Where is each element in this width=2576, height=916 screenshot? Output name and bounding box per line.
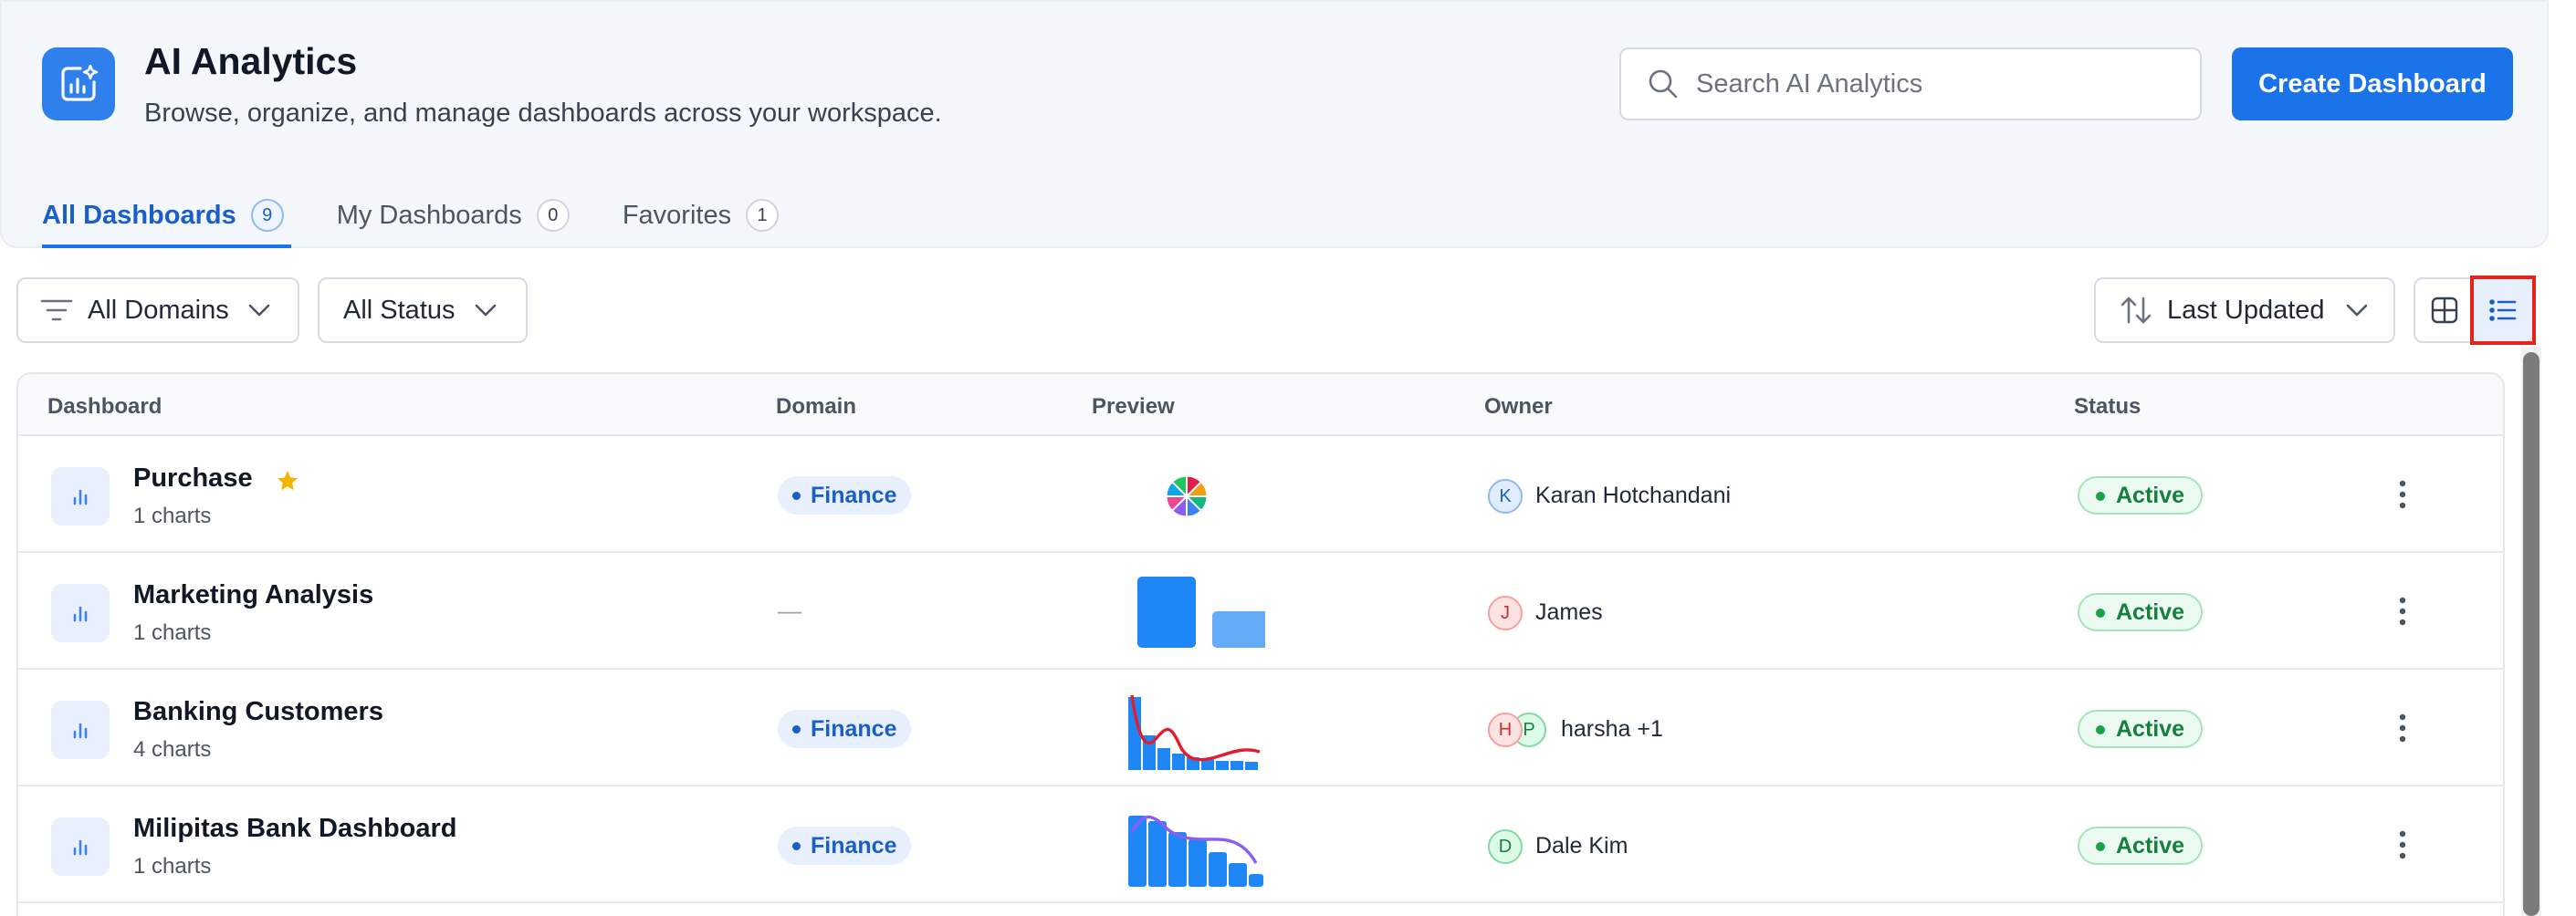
domain-badge: Finance <box>778 476 912 515</box>
column-header-owner[interactable]: Owner <box>1484 394 1553 420</box>
tab-label: Favorites <box>622 200 732 230</box>
status-badge: Active <box>2078 827 2204 865</box>
column-header-dashboard[interactable]: Dashboard <box>47 394 162 420</box>
chart-count: 4 charts <box>133 737 212 762</box>
more-vertical-icon <box>2399 597 2406 626</box>
column-header-status[interactable]: Status <box>2074 394 2141 420</box>
scrollbar-thumb[interactable] <box>2523 352 2539 916</box>
row-menu-button[interactable] <box>2384 591 2421 631</box>
tab-my-dashboards[interactable]: My Dashboards 0 <box>337 184 570 246</box>
chevron-down-icon <box>248 304 270 317</box>
more-vertical-icon <box>2399 480 2406 509</box>
dashboard-chart-icon <box>51 584 110 642</box>
dashboard-chart-icon <box>51 467 110 526</box>
favorite-star-icon[interactable] <box>276 469 299 493</box>
create-dashboard-button[interactable]: Create Dashboard <box>2232 47 2513 120</box>
tab-all-dashboards[interactable]: All Dashboards 9 <box>42 184 291 248</box>
avatar: J <box>1488 596 1523 630</box>
page-title: AI Analytics <box>144 40 358 82</box>
status-filter-label: All Status <box>343 295 456 325</box>
tab-count-badge: 1 <box>746 199 780 232</box>
column-header-domain[interactable]: Domain <box>776 394 856 420</box>
table-row[interactable]: Marketing Analysis 1 charts — J James Ac… <box>18 553 2503 670</box>
chevron-down-icon <box>475 304 496 317</box>
more-vertical-icon <box>2399 830 2406 859</box>
avatar: K <box>1488 479 1523 514</box>
view-mode-toggle <box>2414 277 2534 343</box>
dashboard-name[interactable]: Marketing Analysis <box>133 580 373 610</box>
dashboard-name[interactable]: Milipitas Bank Dashboard <box>133 814 457 844</box>
owner-name: James <box>1535 599 1603 625</box>
row-menu-button[interactable] <box>2384 474 2421 515</box>
sort-label: Last Updated <box>2167 295 2325 325</box>
status-badge: Active <box>2078 476 2204 515</box>
owner-name: Dale Kim <box>1535 833 1628 859</box>
bar-chart-preview <box>1137 577 1265 648</box>
table-row[interactable]: Milipitas Bank Dashboard 1 charts Financ… <box>18 786 2503 903</box>
grid-view-button[interactable] <box>2415 279 2474 341</box>
bar-line-chart-preview <box>1128 815 1263 887</box>
dashboard-name[interactable]: Purchase <box>133 463 253 494</box>
avatar: H <box>1488 713 1523 747</box>
owner-name: harsha +1 <box>1561 716 1663 742</box>
status-badge: Active <box>2078 593 2204 631</box>
domain-filter-label: All Domains <box>88 295 229 325</box>
domain-badge: Finance <box>778 827 912 865</box>
table-row[interactable]: Purchase 1 charts Finance K Karan Hotcha… <box>18 436 2503 553</box>
list-icon <box>2489 299 2517 321</box>
column-header-preview: Preview <box>1092 394 1175 419</box>
page-header: AI Analytics Browse, organize, and manag… <box>0 0 2549 248</box>
tab-label: My Dashboards <box>336 200 522 230</box>
status-filter-dropdown[interactable]: All Status <box>318 277 528 343</box>
pie-chart-preview <box>1166 475 1208 517</box>
status-badge: Active <box>2078 710 2204 748</box>
chart-count: 1 charts <box>133 854 212 879</box>
dashboard-name[interactable]: Banking Customers <box>133 697 383 727</box>
search-icon <box>1649 69 1678 99</box>
tab-count-badge: 9 <box>250 199 284 232</box>
list-view-button[interactable] <box>2474 279 2532 341</box>
filter-icon <box>40 299 73 321</box>
chart-count: 1 charts <box>133 620 212 645</box>
domain-filter-dropdown[interactable]: All Domains <box>16 277 299 343</box>
row-menu-button[interactable] <box>2384 825 2421 865</box>
row-menu-button[interactable] <box>2384 708 2421 748</box>
tab-count-badge: 0 <box>536 199 570 232</box>
dashboards-table: Dashboard Domain Preview Owner Status Pu… <box>16 372 2505 916</box>
chevron-down-icon <box>2346 304 2367 317</box>
domain-badge: Finance <box>778 710 912 748</box>
avatar: D <box>1488 829 1523 864</box>
search-box[interactable] <box>1619 47 2202 120</box>
chart-count: 1 charts <box>133 504 212 528</box>
page-subtitle: Browse, organize, and manage dashboards … <box>144 99 942 128</box>
domain-empty: — <box>778 597 801 624</box>
tab-favorites[interactable]: Favorites 1 <box>622 184 780 246</box>
dashboard-tabs: All Dashboards 9 My Dashboards 0 Favorit… <box>42 184 832 250</box>
more-vertical-icon <box>2399 713 2406 743</box>
analytics-sparkle-icon <box>42 47 115 120</box>
grid-icon <box>2431 297 2458 324</box>
owner-name: Karan Hotchandani <box>1535 483 1732 508</box>
dashboard-chart-icon <box>51 701 110 759</box>
sort-arrows-icon <box>2120 297 2152 324</box>
dashboard-chart-icon <box>51 817 110 876</box>
tab-label: All Dashboards <box>42 200 236 230</box>
table-row[interactable]: Banking Customers 4 charts Finance H P h… <box>18 670 2503 786</box>
search-input[interactable] <box>1696 68 2171 99</box>
sort-dropdown[interactable]: Last Updated <box>2094 277 2395 343</box>
bar-line-chart-preview <box>1128 694 1261 770</box>
table-header: Dashboard Domain Preview Owner Status <box>18 374 2503 436</box>
